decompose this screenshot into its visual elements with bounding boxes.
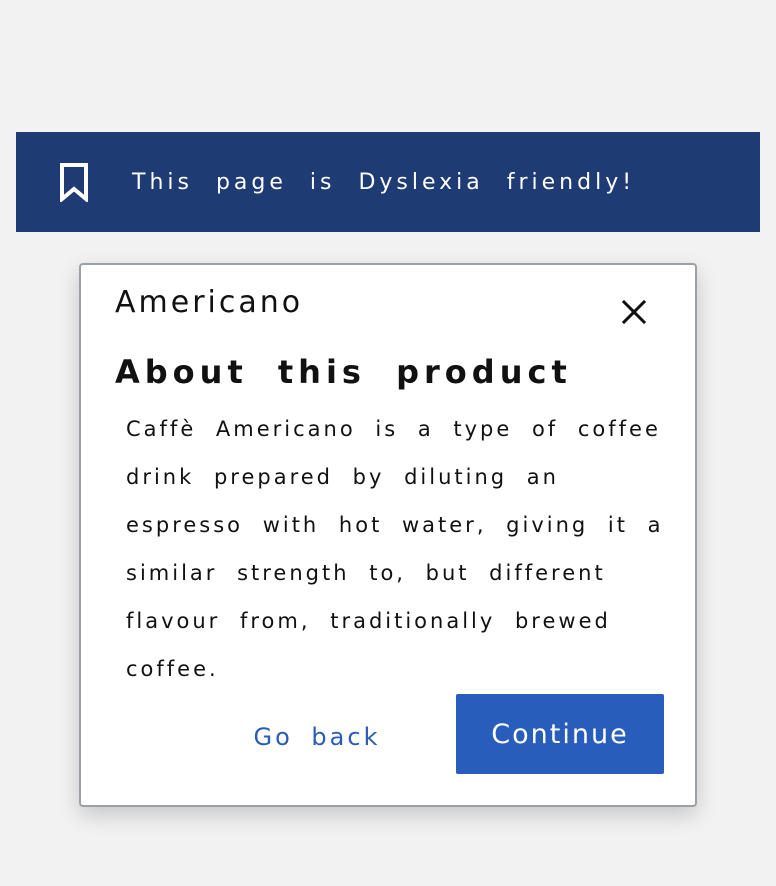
banner-text: This page is Dyslexia friendly! bbox=[132, 169, 636, 195]
go-back-button[interactable]: Go back bbox=[241, 715, 393, 759]
close-button[interactable] bbox=[617, 297, 651, 331]
product-description: Caffè Americano is a type of coffee drin… bbox=[126, 417, 664, 681]
close-icon bbox=[621, 299, 647, 329]
dyslexia-banner: This page is Dyslexia friendly! bbox=[16, 132, 760, 232]
section-heading: About this product bbox=[115, 353, 572, 391]
dialog-title: Americano bbox=[115, 285, 304, 320]
product-dialog: Americano About this product Caffè Ameri… bbox=[79, 263, 697, 807]
bookmark-icon bbox=[56, 162, 92, 202]
continue-button[interactable]: Continue bbox=[456, 694, 664, 774]
